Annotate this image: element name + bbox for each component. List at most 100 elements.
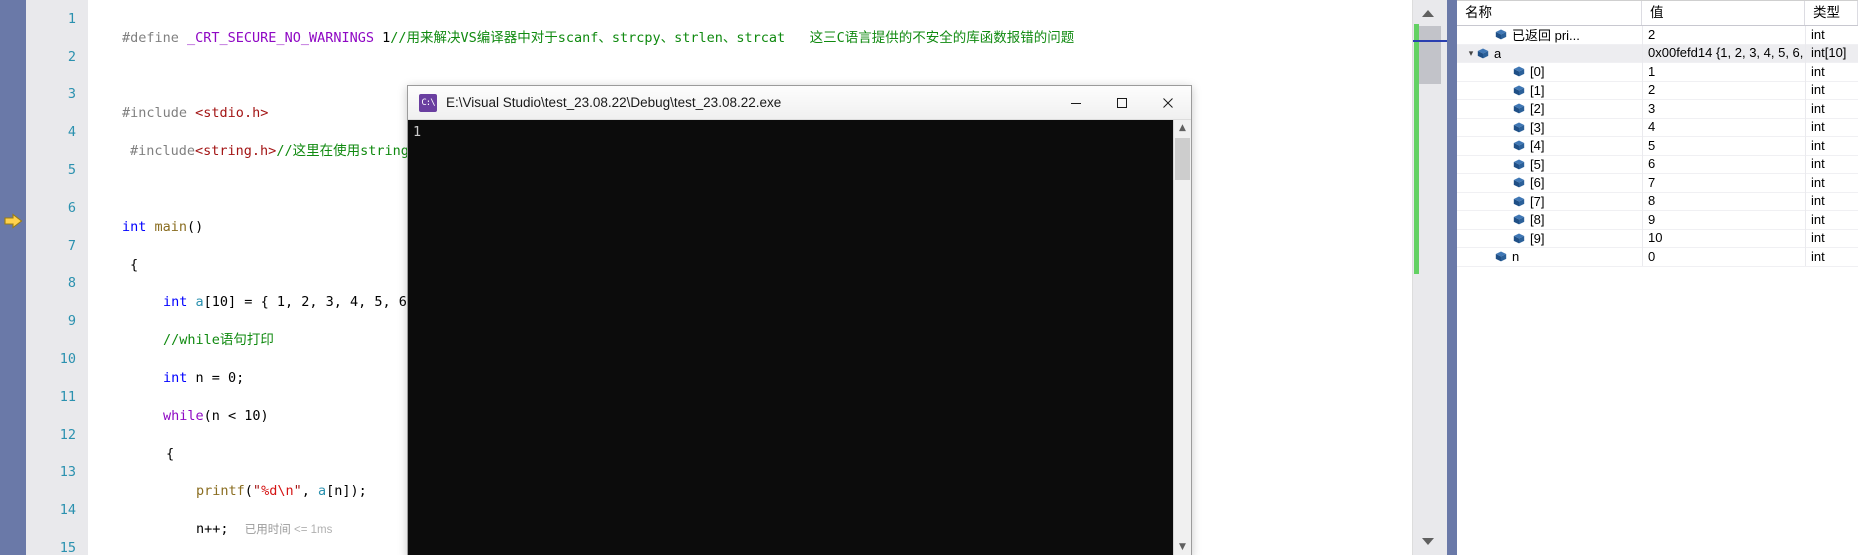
variable-icon-wrap (1513, 66, 1530, 77)
console-output-window[interactable]: C:\ E:\Visual Studio\test_23.08.22\Debug… (407, 85, 1192, 555)
line-number: 10 (59, 351, 76, 368)
watch-variable-value[interactable]: 3 (1642, 99, 1805, 118)
locals-watch-panel[interactable]: 名称 值 类型 已返回 pri... 2 int ▾ a 0x00fefd14 {1, 2… (1457, 0, 1858, 556)
watch-variable-value[interactable]: 4 (1642, 118, 1805, 137)
scroll-down-arrow-icon[interactable] (1422, 538, 1434, 545)
maximize-button[interactable] (1099, 86, 1145, 119)
editor-vertical-scrollbar[interactable] (1412, 0, 1447, 555)
variable-cube-icon (1477, 48, 1489, 59)
watch-variable-value[interactable]: 8 (1642, 192, 1805, 211)
variable-icon-wrap (1513, 103, 1530, 114)
variable-cube-icon (1513, 122, 1525, 133)
watch-variable-value[interactable]: 2 (1642, 81, 1805, 100)
watch-row-name-cell[interactable]: [6] (1457, 174, 1642, 193)
execution-pointer-icon (4, 213, 23, 229)
console-scroll-up-icon[interactable]: ▲ (1174, 120, 1191, 137)
variable-icon-wrap (1513, 177, 1530, 188)
watch-row-name-cell[interactable]: [2] (1457, 100, 1642, 119)
watch-row-name-cell[interactable]: ▾ a (1457, 44, 1642, 63)
line-number: 3 (67, 86, 76, 103)
console-title-bar[interactable]: C:\ E:\Visual Studio\test_23.08.22\Debug… (408, 86, 1191, 120)
column-header-name[interactable]: 名称 (1457, 1, 1642, 25)
expander-placeholder (1501, 63, 1513, 82)
watch-row[interactable]: 已返回 pri... 2 int (1457, 25, 1858, 45)
watch-row-name-cell[interactable]: [4] (1457, 137, 1642, 156)
column-header-value[interactable]: 值 (1642, 1, 1805, 25)
variable-cube-icon (1495, 251, 1507, 262)
watch-row-name-cell[interactable]: [8] (1457, 211, 1642, 230)
console-app-icon: C:\ (419, 93, 437, 112)
watch-variable-name: 已返回 pri... (1512, 28, 1580, 44)
code-line-3: 3 #include <stdio.h> (68, 67, 1413, 121)
scroll-up-arrow-icon[interactable] (1422, 10, 1434, 17)
watch-variable-type: int (1805, 99, 1858, 118)
watch-row[interactable]: [5] 6 int (1457, 155, 1858, 174)
watch-variable-value[interactable]: 5 (1642, 136, 1805, 155)
watch-variable-name: n (1512, 249, 1520, 265)
variable-cube-icon (1513, 177, 1525, 188)
window-control-buttons (1053, 86, 1191, 119)
watch-row-name-cell[interactable]: [7] (1457, 192, 1642, 211)
variable-icon-wrap (1513, 85, 1530, 96)
expander-placeholder (1483, 248, 1495, 267)
expander-placeholder (1501, 211, 1513, 230)
code-editor-pane[interactable]: − − − − 1 #define _CRT_SECURE_NO_WARNING… (0, 0, 1447, 555)
watch-row[interactable]: [6] 7 int (1457, 173, 1858, 193)
watch-row-name-cell[interactable]: [5] (1457, 155, 1642, 174)
watch-variable-value[interactable]: 7 (1642, 173, 1805, 192)
watch-row[interactable]: [9] 10 int (1457, 229, 1858, 248)
watch-row[interactable]: [2] 3 int (1457, 99, 1858, 119)
line-number: 8 (67, 275, 76, 292)
watch-row[interactable]: ▾ a 0x00fefd14 {1, 2, 3, 4, 5, 6, ... int[1… (1457, 44, 1858, 63)
console-scrollbar-thumb[interactable] (1175, 138, 1190, 180)
watch-row[interactable]: [8] 9 int (1457, 210, 1858, 230)
watch-variable-name: [9] (1530, 230, 1545, 246)
expander-triangle-icon[interactable]: ▾ (1465, 44, 1477, 63)
watch-row[interactable]: [1] 2 int (1457, 81, 1858, 100)
watch-row-name-cell[interactable]: [9] (1457, 229, 1642, 248)
watch-variable-type: int (1805, 25, 1858, 44)
watch-row-name-cell[interactable]: 已返回 pri... (1457, 26, 1642, 45)
panel-splitter[interactable] (1447, 0, 1457, 555)
watch-variable-name: [7] (1530, 193, 1545, 209)
scrollbar-thumb[interactable] (1419, 26, 1441, 84)
code-line-2: 2 (68, 29, 1413, 65)
watch-row[interactable]: [4] 5 int (1457, 136, 1858, 156)
variable-icon-wrap (1513, 214, 1530, 225)
watch-variable-value[interactable]: 6 (1642, 155, 1805, 174)
watch-variable-value[interactable]: 0 (1642, 247, 1805, 266)
minimize-button[interactable] (1053, 86, 1099, 119)
right-dock-area: 名称 值 类型 已返回 pri... 2 int ▾ a 0x00fefd14 {1, 2… (1447, 0, 1858, 556)
watch-variable-type: int (1805, 210, 1858, 229)
variable-cube-icon (1513, 214, 1525, 225)
watch-variable-value[interactable]: 1 (1642, 62, 1805, 81)
watch-variable-name: a (1494, 45, 1502, 61)
watch-variable-value[interactable]: 2 (1642, 25, 1805, 44)
watch-variable-name: [2] (1530, 101, 1545, 117)
watch-variable-value[interactable]: 10 (1642, 229, 1805, 248)
watch-variable-type: int (1805, 155, 1858, 174)
watch-variable-value[interactable]: 0x00fefd14 {1, 2, 3, 4, 5, 6, ... (1642, 44, 1805, 63)
watch-row-name-cell[interactable]: n (1457, 248, 1642, 267)
watch-row-name-cell[interactable]: [1] (1457, 81, 1642, 100)
console-vertical-scrollbar[interactable]: ▲ ▼ (1173, 120, 1191, 555)
console-body[interactable]: 1 ▲ ▼ (408, 120, 1191, 555)
line-number: 2 (67, 48, 76, 65)
variable-cube-icon (1513, 140, 1525, 151)
watch-row[interactable]: [7] 8 int (1457, 192, 1858, 211)
watch-row[interactable]: [0] 1 int (1457, 62, 1858, 82)
watch-variable-value[interactable]: 9 (1642, 210, 1805, 229)
watch-row-name-cell[interactable]: [3] (1457, 118, 1642, 137)
watch-row[interactable]: [3] 4 int (1457, 118, 1858, 137)
expander-placeholder (1501, 174, 1513, 193)
console-scroll-down-icon[interactable]: ▼ (1174, 539, 1191, 555)
variable-icon-wrap (1513, 122, 1530, 133)
watch-row[interactable]: n 0 int (1457, 247, 1858, 267)
variable-icon-wrap (1513, 233, 1530, 244)
expander-placeholder (1483, 26, 1495, 45)
close-button[interactable] (1145, 86, 1191, 119)
variable-icon-wrap (1513, 196, 1530, 207)
column-header-type[interactable]: 类型 (1805, 1, 1858, 25)
watch-row-name-cell[interactable]: [0] (1457, 63, 1642, 82)
expander-placeholder (1501, 229, 1513, 248)
